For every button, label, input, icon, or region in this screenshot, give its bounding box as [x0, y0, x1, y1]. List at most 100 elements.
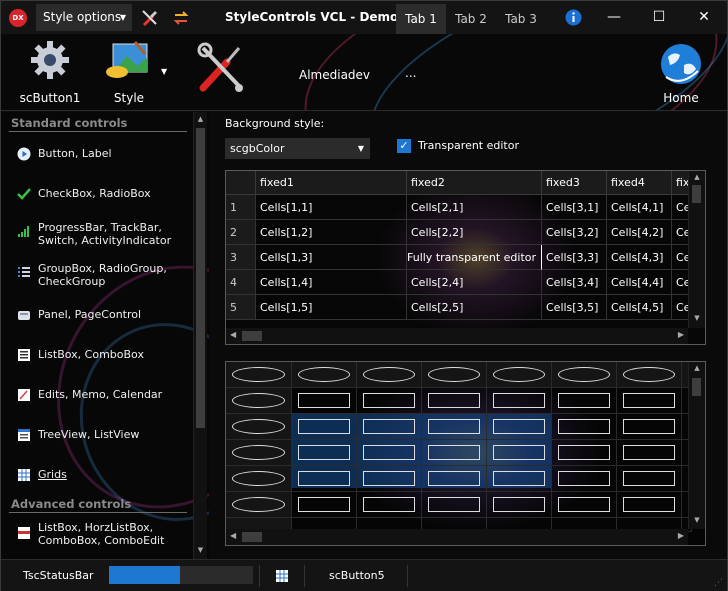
maximize-button[interactable]: ☐: [636, 1, 682, 34]
grid-cell[interactable]: Cells[3,1]: [542, 195, 607, 220]
grid-cell[interactable]: Cells[3,4]: [542, 270, 607, 295]
shape-cell[interactable]: [357, 466, 422, 492]
grid-cell[interactable]: Cells[4,2]: [607, 220, 672, 245]
draw-grid[interactable]: ▲ ▼ ◀ ▶: [225, 361, 706, 546]
shape-cell[interactable]: [357, 492, 422, 518]
shape-cell[interactable]: [552, 414, 617, 440]
shape-cell[interactable]: [617, 440, 682, 466]
shape-cell[interactable]: [617, 388, 682, 414]
shape-cell[interactable]: [617, 362, 682, 388]
scroll-down-icon[interactable]: ▼: [689, 314, 705, 322]
style-dropdown-arrow-icon[interactable]: ▼: [161, 67, 167, 76]
transparent-editor-checkbox[interactable]: ✓: [397, 139, 411, 153]
grid-cell[interactable]: Cells[3,3]: [542, 245, 607, 270]
grid-cell[interactable]: Cells[2,1]: [407, 195, 542, 220]
string-grid[interactable]: fixed1 fixed2 fixed3 fixed4 fix 1 Cells[1,1] Ce…: [225, 170, 706, 345]
shape-cell[interactable]: [487, 362, 552, 388]
shape-cell[interactable]: [357, 414, 422, 440]
shape-cell[interactable]: [226, 492, 292, 518]
shape-cell[interactable]: [226, 414, 292, 440]
shape-cell[interactable]: [487, 388, 552, 414]
shape-cell[interactable]: [226, 466, 292, 492]
grid-cell[interactable]: Fully transparent editor: [407, 245, 542, 270]
grid-cell[interactable]: Cells[4,1]: [607, 195, 672, 220]
shape-cell[interactable]: [357, 362, 422, 388]
shape-cell[interactable]: [552, 388, 617, 414]
resize-grip-icon[interactable]: ⋰: [714, 578, 723, 588]
shape-cell[interactable]: [292, 466, 357, 492]
scbutton1-button[interactable]: scButton1: [15, 34, 85, 110]
tab-3[interactable]: Tab 3: [498, 4, 544, 34]
grid-cell[interactable]: Cells[2,4]: [407, 270, 542, 295]
style-options-button[interactable]: Style options ▼: [36, 4, 132, 31]
background-style-combobox[interactable]: scgbColor ▼: [225, 138, 370, 159]
scrollbar-thumb[interactable]: [196, 128, 205, 428]
grid-cell[interactable]: Cells[2,5]: [407, 295, 542, 320]
shape-cell[interactable]: [292, 492, 357, 518]
grid-header-cell[interactable]: fixed2: [407, 171, 542, 195]
scroll-up-icon[interactable]: ▲: [689, 173, 705, 181]
shape-cell[interactable]: [487, 440, 552, 466]
grid-row-header[interactable]: 2: [226, 220, 256, 245]
grid-header-cell[interactable]: fixed4: [607, 171, 672, 195]
swap-icon[interactable]: [171, 8, 191, 28]
grid-cell[interactable]: Cells[1,1]: [256, 195, 407, 220]
scroll-right-icon[interactable]: ▶: [678, 330, 684, 339]
tab-2[interactable]: Tab 2: [448, 4, 494, 34]
scrollbar-thumb[interactable]: [242, 532, 262, 542]
scrollbar-thumb[interactable]: [692, 378, 701, 396]
grid-header-cell[interactable]: fixed1: [256, 171, 407, 195]
shape-cell[interactable]: [552, 492, 617, 518]
grid-row-header[interactable]: 5: [226, 295, 256, 320]
shape-cell[interactable]: [422, 466, 487, 492]
sidebar-scrollbar[interactable]: ▲ ▼: [193, 112, 207, 559]
shape-cell[interactable]: [552, 362, 617, 388]
grid-vertical-scrollbar[interactable]: ▲ ▼: [688, 171, 705, 328]
shape-cell[interactable]: [422, 362, 487, 388]
shape-cell[interactable]: [292, 414, 357, 440]
grid-cell[interactable]: Cells[4,4]: [607, 270, 672, 295]
scroll-left-icon[interactable]: ◀: [230, 330, 236, 339]
shape-cell[interactable]: [487, 466, 552, 492]
grid-cell[interactable]: Cells[3,5]: [542, 295, 607, 320]
grid-cell[interactable]: Cells[1,2]: [256, 220, 407, 245]
style-button[interactable]: Style: [97, 34, 161, 110]
grid-cell[interactable]: Cells[4,5]: [607, 295, 672, 320]
shape-cell[interactable]: [487, 492, 552, 518]
shape-cell[interactable]: [226, 362, 292, 388]
tools-button[interactable]: [193, 34, 247, 104]
transparent-editor-label[interactable]: Transparent editor: [418, 139, 519, 152]
user-name-field[interactable]: Almediadev: [299, 66, 409, 84]
grid-header-cell[interactable]: fixed3: [542, 171, 607, 195]
grid-icon[interactable]: [275, 569, 289, 583]
shape-cell[interactable]: [617, 492, 682, 518]
shape-cell[interactable]: [487, 414, 552, 440]
shape-cell[interactable]: [422, 492, 487, 518]
grid-horizontal-scrollbar[interactable]: ◀ ▶: [226, 328, 688, 344]
grid-cell[interactable]: Cells[4,3]: [607, 245, 672, 270]
grid-cell[interactable]: Cells[3,2]: [542, 220, 607, 245]
shape-cell[interactable]: [617, 466, 682, 492]
grid-horizontal-scrollbar[interactable]: ◀ ▶: [226, 529, 688, 545]
scrollbar-thumb[interactable]: [692, 185, 701, 203]
grid-row-header[interactable]: 3: [226, 245, 256, 270]
shape-cell[interactable]: [357, 440, 422, 466]
app-logo-icon[interactable]: DX: [9, 9, 27, 27]
info-icon[interactable]: [565, 9, 582, 26]
shape-cell[interactable]: [617, 414, 682, 440]
minimize-button[interactable]: —: [591, 1, 637, 34]
shape-cell[interactable]: [226, 388, 292, 414]
wrench-icon[interactable]: [140, 8, 160, 28]
shape-cell[interactable]: [292, 440, 357, 466]
ellipsis-button[interactable]: ...: [405, 66, 416, 80]
shape-cell[interactable]: [292, 388, 357, 414]
grid-row-header[interactable]: 1: [226, 195, 256, 220]
tab-1[interactable]: Tab 1: [396, 4, 446, 34]
scrollbar-thumb[interactable]: [242, 331, 262, 341]
shape-cell[interactable]: [422, 388, 487, 414]
shape-cell[interactable]: [226, 440, 292, 466]
scroll-right-icon[interactable]: ▶: [678, 531, 684, 540]
grid-cell[interactable]: Cells[1,4]: [256, 270, 407, 295]
scroll-down-icon[interactable]: ▼: [689, 516, 705, 524]
scbutton5-button[interactable]: scButton5: [329, 560, 385, 591]
